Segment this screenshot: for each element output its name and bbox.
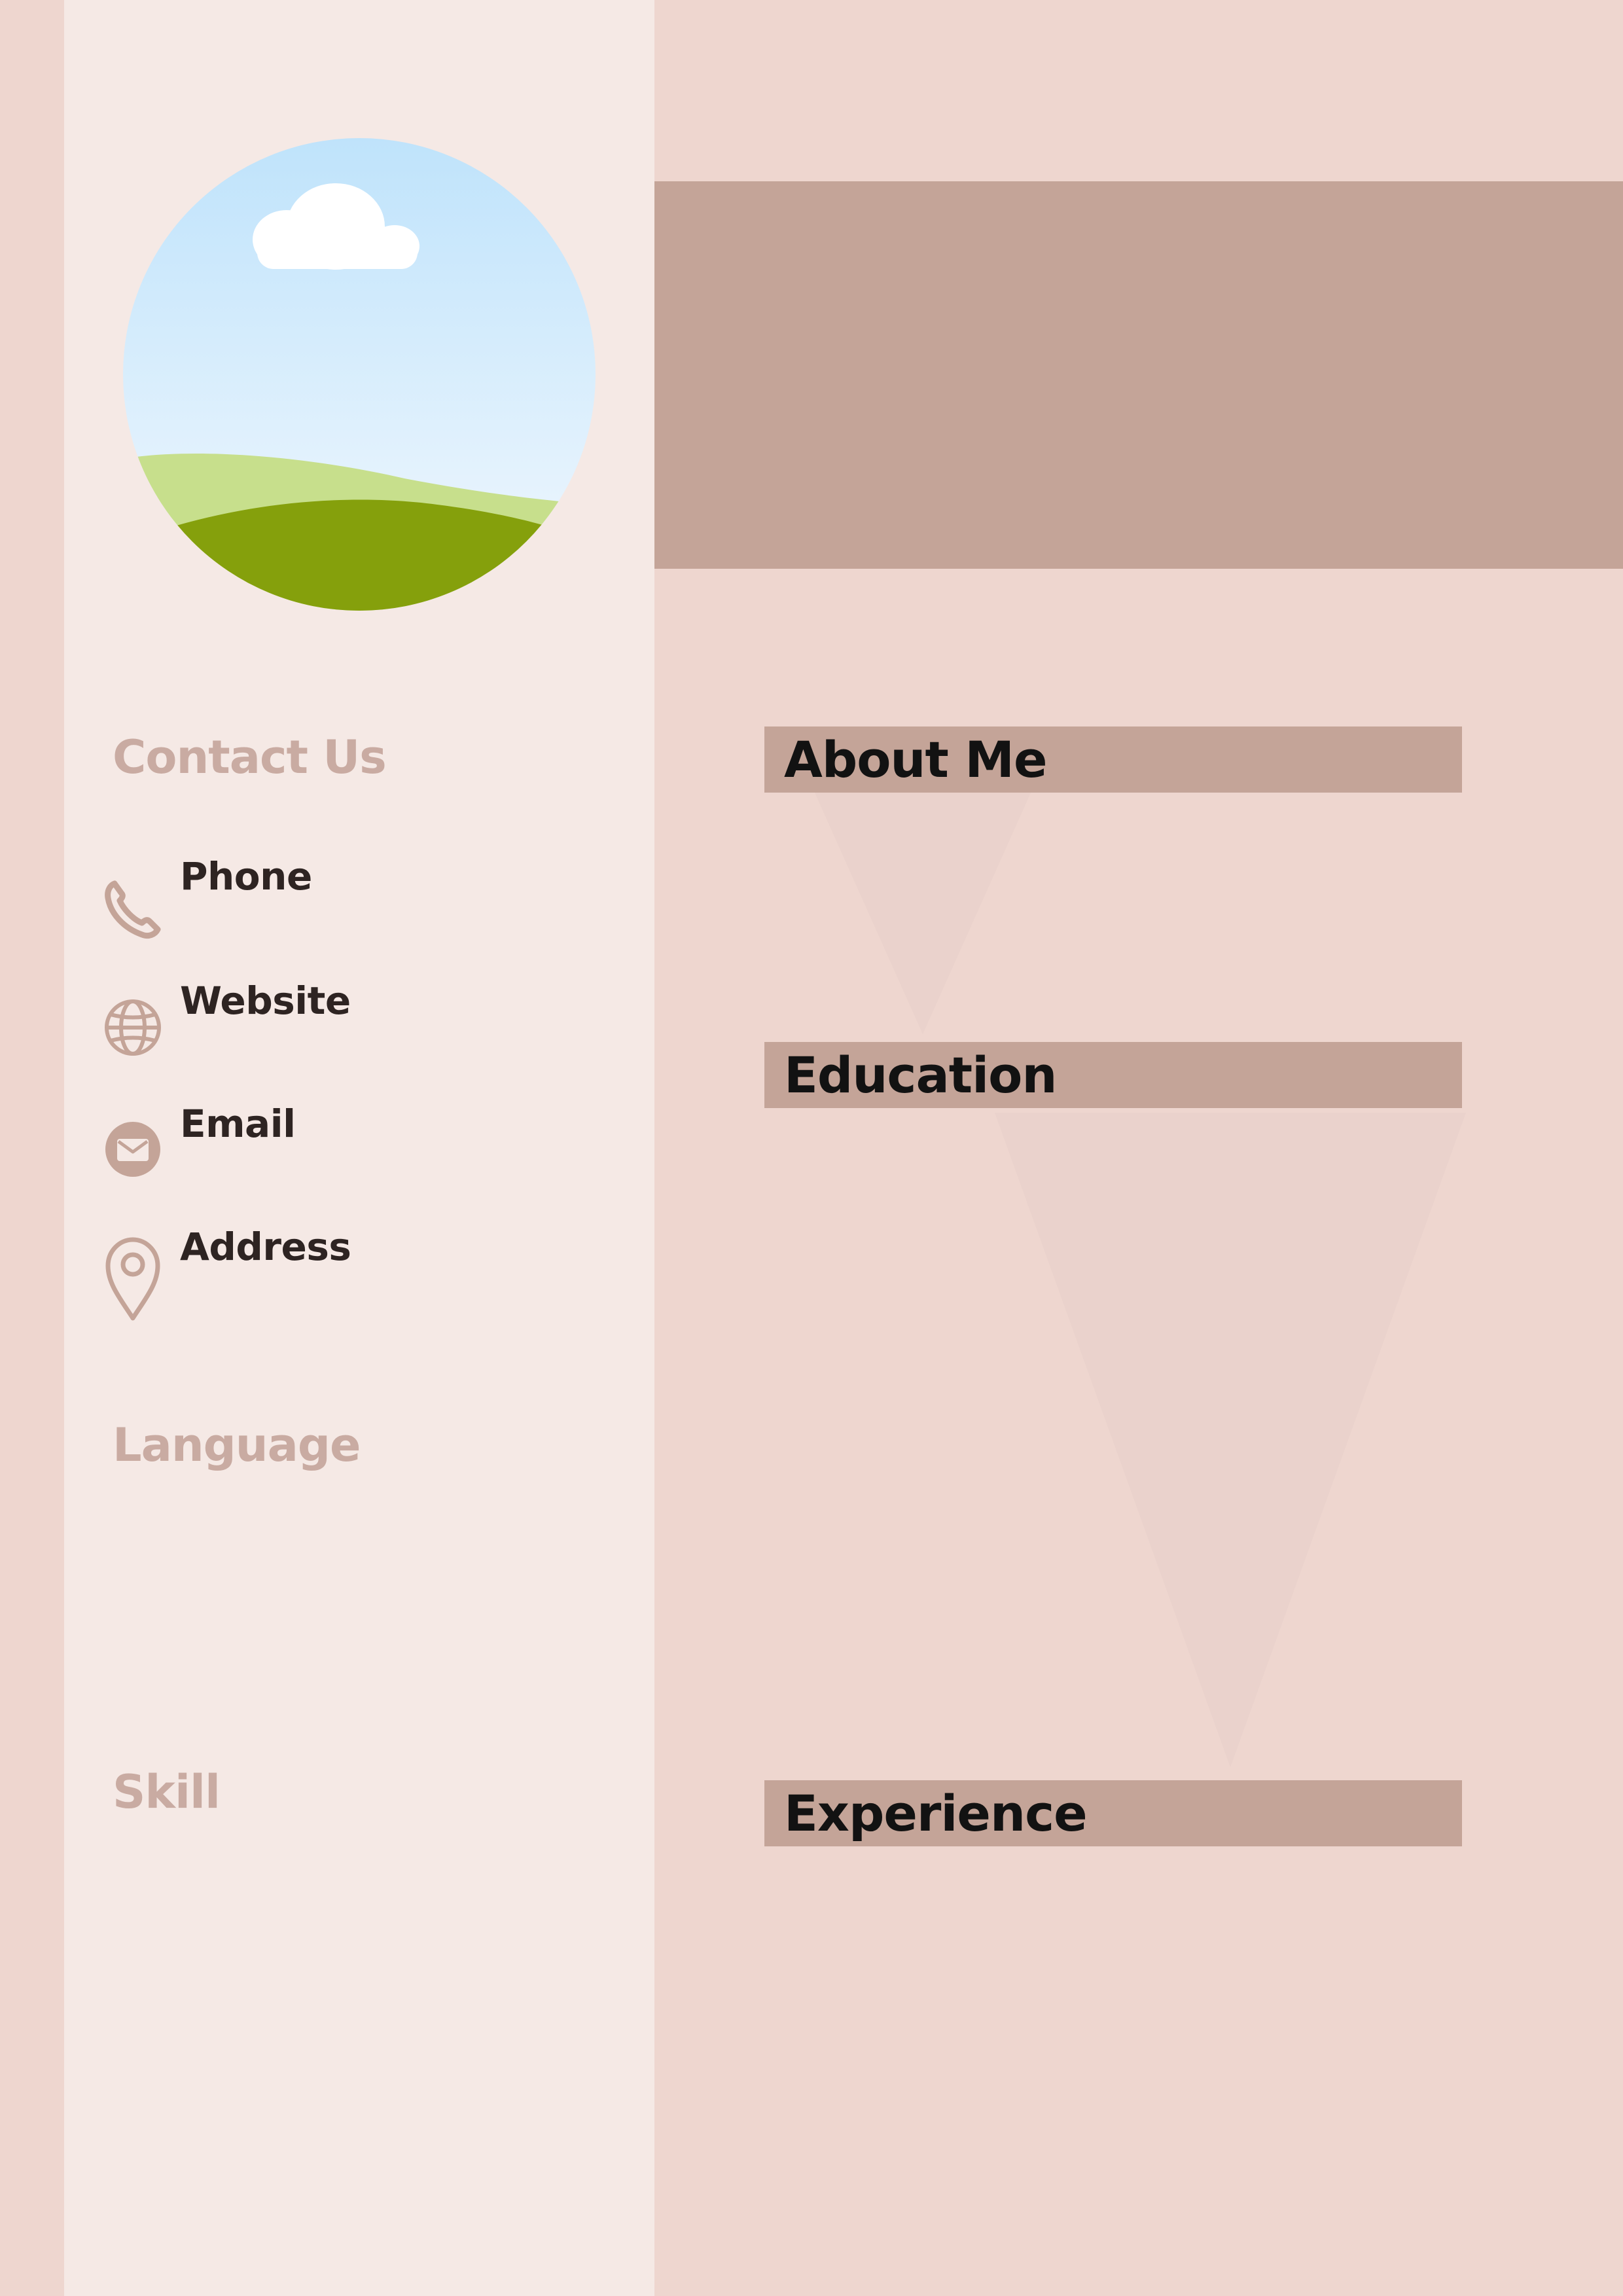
- section-about-me: About Me: [764, 726, 1462, 793]
- left-edge-strip: [0, 0, 64, 2296]
- contact-title: Contact Us: [113, 730, 387, 784]
- section-education: Education: [764, 1042, 1462, 1108]
- contact-label-email: Email: [180, 1102, 296, 1146]
- location-pin-icon: [105, 1237, 160, 1321]
- contact-label-phone: Phone: [180, 854, 312, 899]
- header-band: [654, 181, 1623, 569]
- contact-item-website[interactable]: Website: [101, 982, 625, 1073]
- profile-photo: [123, 138, 596, 611]
- contact-item-email[interactable]: Email: [101, 1105, 625, 1196]
- contact-label-website: Website: [180, 978, 351, 1023]
- section-title-about-me: About Me: [784, 730, 1048, 789]
- contact-label-address: Address: [180, 1225, 351, 1269]
- skill-title: Skill: [113, 1765, 221, 1819]
- language-title: Language: [113, 1418, 361, 1472]
- mail-icon: [105, 1122, 160, 1177]
- section-title-education: Education: [784, 1045, 1057, 1104]
- contact-item-phone[interactable]: Phone: [101, 857, 625, 949]
- section-experience: Experience: [764, 1780, 1462, 1846]
- globe-icon: [105, 999, 161, 1056]
- landscape-placeholder-icon: [123, 138, 596, 611]
- phone-icon: [105, 880, 161, 939]
- section-title-experience: Experience: [784, 1784, 1088, 1842]
- contact-item-address[interactable]: Address: [101, 1225, 625, 1321]
